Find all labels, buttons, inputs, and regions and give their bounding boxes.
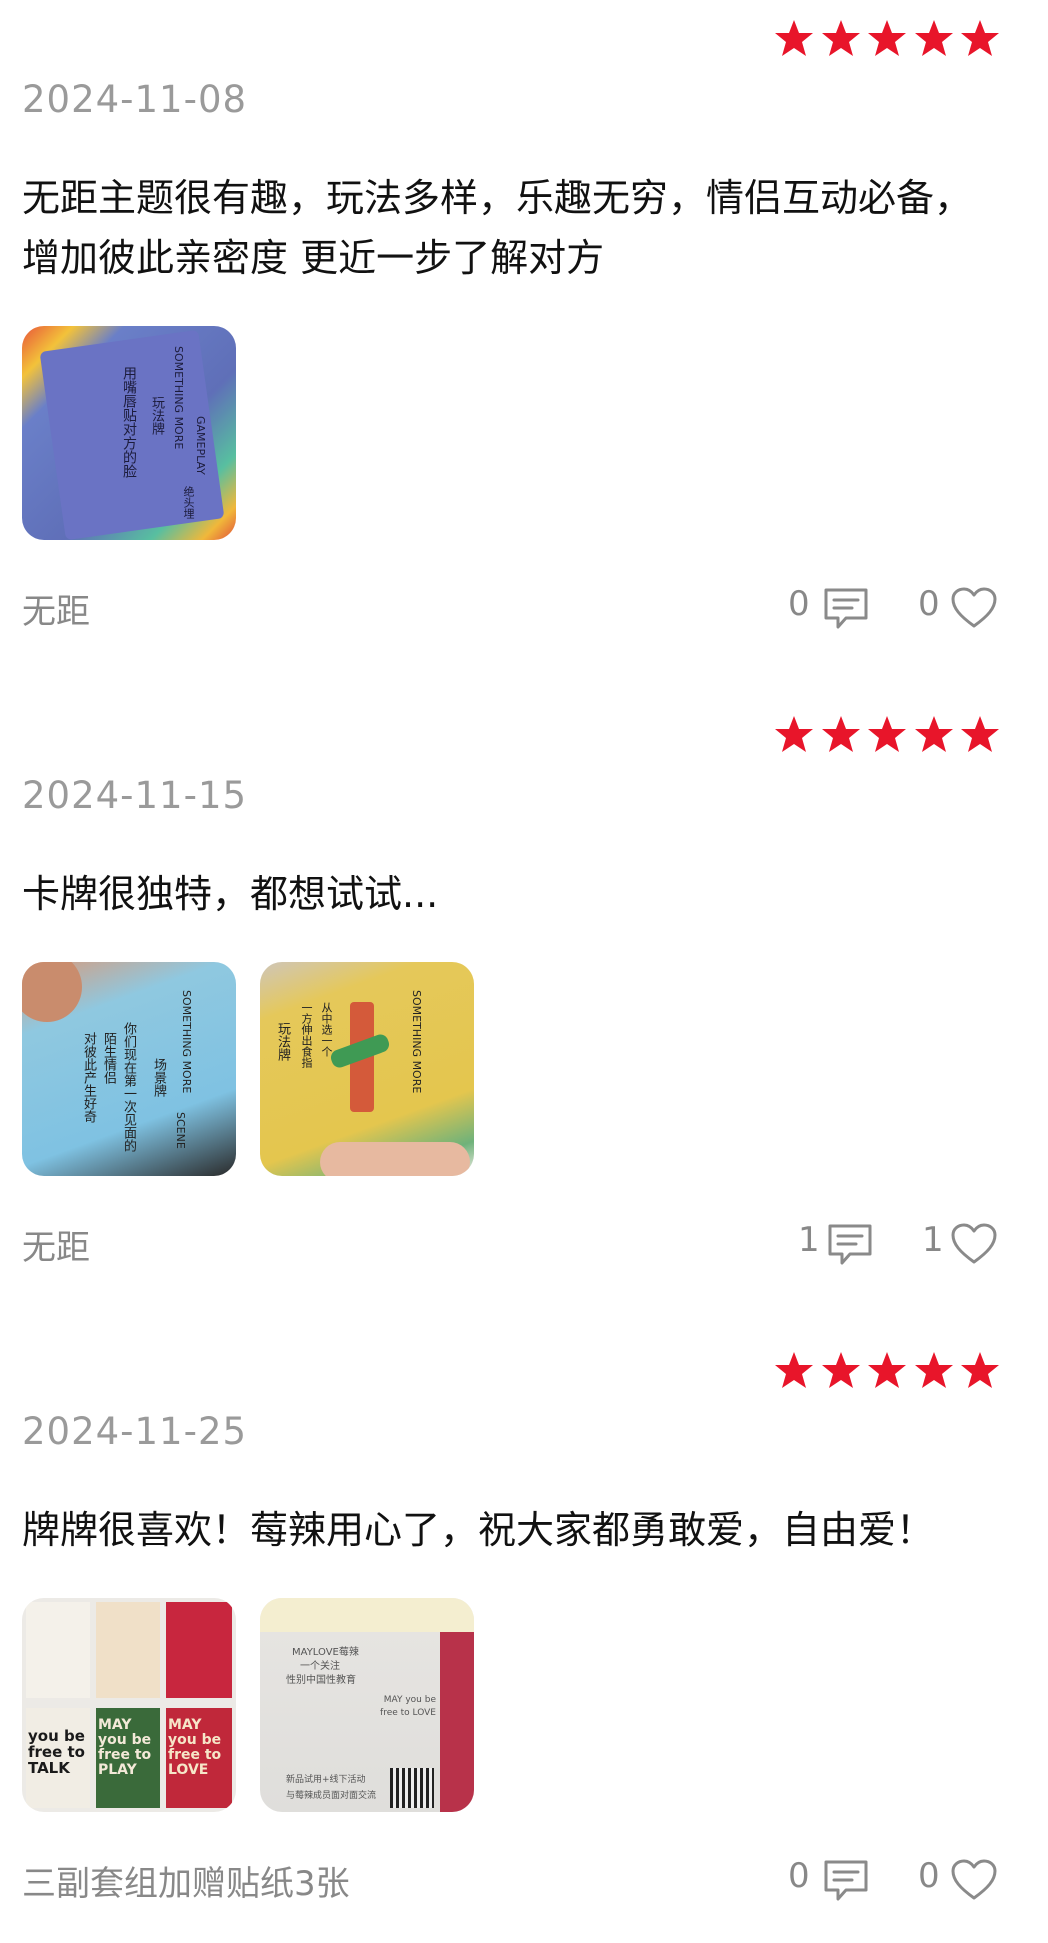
star-icon bbox=[867, 18, 907, 58]
review-date: 2024-11-08 bbox=[22, 78, 248, 121]
like-count: 0 bbox=[918, 1856, 940, 1896]
review-footer: 无距 0 0 bbox=[22, 584, 1000, 634]
card-text: 一个关注 bbox=[300, 1661, 340, 1672]
card-text: 新品试用+线下活动 bbox=[286, 1775, 366, 1785]
card-text: 场景牌 bbox=[151, 1058, 166, 1097]
review-image[interactable]: you be free to TALK MAY you be free to P… bbox=[22, 1598, 236, 1812]
card-text: GAMEPLAY bbox=[194, 416, 207, 475]
star-icon bbox=[960, 18, 1000, 58]
card-text: 一方伸出食指 bbox=[300, 1002, 313, 1068]
card-text: 你们现在第一次见面的 bbox=[121, 1022, 136, 1152]
review-text: 无距主题很有趣，玩法多样，乐趣无穷，情侣互动必备，增加彼此亲密度 更近一步了解对… bbox=[22, 176, 973, 280]
review-footer: 无距 1 1 bbox=[22, 1220, 1000, 1270]
card-text: 玩法牌 bbox=[275, 1022, 290, 1061]
star-rating bbox=[774, 1350, 1000, 1390]
card-text: SOMETHING MORE bbox=[172, 346, 185, 450]
card-text: 绝头埋 bbox=[182, 486, 195, 519]
heart-icon[interactable] bbox=[950, 1222, 998, 1266]
card-text: SOMETHING MORE bbox=[410, 990, 423, 1094]
star-icon bbox=[914, 1350, 954, 1390]
review-image[interactable]: SOMETHING MORE 玩法牌 GAMEPLAY 用嘴唇贴对方的脸 绝头埋 bbox=[22, 326, 236, 540]
card-text: SCENE bbox=[174, 1112, 187, 1149]
comment-count: 1 bbox=[798, 1220, 820, 1260]
comment-icon[interactable] bbox=[822, 586, 870, 630]
review-text: 卡牌很独特，都想试试... bbox=[22, 872, 439, 916]
review-tag: 三副套组加赠贴纸3张 bbox=[22, 1864, 350, 1904]
comment-icon[interactable] bbox=[826, 1222, 874, 1266]
review-tag: 无距 bbox=[22, 1228, 90, 1268]
comment-icon[interactable] bbox=[822, 1858, 870, 1902]
card-text: 从中选一个 bbox=[320, 1002, 333, 1057]
review-date: 2024-11-15 bbox=[22, 774, 248, 817]
card-text: MAYLOVE莓辣 bbox=[292, 1647, 359, 1658]
star-icon bbox=[774, 1350, 814, 1390]
star-rating bbox=[774, 18, 1000, 58]
card-text: 与莓辣成员面对面交流 bbox=[286, 1791, 377, 1801]
review-images: SOMETHING MORE 玩法牌 GAMEPLAY 用嘴唇贴对方的脸 绝头埋 bbox=[22, 326, 236, 540]
review-images: SOMETHING MORE 场景牌 SCENE 你们现在第一次见面的 陌生情侣… bbox=[22, 962, 474, 1176]
star-icon bbox=[914, 714, 954, 754]
star-icon bbox=[960, 714, 1000, 754]
star-icon bbox=[914, 18, 954, 58]
heart-icon[interactable] bbox=[950, 1858, 998, 1902]
star-icon bbox=[821, 1350, 861, 1390]
comment-count: 0 bbox=[788, 584, 810, 624]
star-icon bbox=[821, 18, 861, 58]
heart-icon[interactable] bbox=[950, 586, 998, 630]
star-icon bbox=[867, 1350, 907, 1390]
card-text: 对彼此产生好奇 bbox=[81, 1032, 96, 1123]
review-image[interactable]: SOMETHING MORE 玩法牌 一方伸出食指 从中选一个 bbox=[260, 962, 474, 1176]
review-image[interactable]: MAYLOVE莓辣 一个关注 性别中国性教育 MAY you be free t… bbox=[260, 1598, 474, 1812]
card-text: 性别中国性教育 bbox=[286, 1675, 356, 1686]
like-count: 1 bbox=[922, 1220, 944, 1260]
review-image[interactable]: SOMETHING MORE 场景牌 SCENE 你们现在第一次见面的 陌生情侣… bbox=[22, 962, 236, 1176]
comment-count: 0 bbox=[788, 1856, 810, 1896]
card-text: SOMETHING MORE bbox=[180, 990, 193, 1094]
card-text: 玩法牌 bbox=[149, 396, 164, 435]
review-images: you be free to TALK MAY you be free to P… bbox=[22, 1598, 474, 1812]
star-icon bbox=[960, 1350, 1000, 1390]
like-count: 0 bbox=[918, 584, 940, 624]
review-footer: 三副套组加赠贴纸3张 0 0 bbox=[22, 1856, 1000, 1906]
review-date: 2024-11-25 bbox=[22, 1410, 248, 1453]
card-text: you be free to TALK bbox=[28, 1727, 85, 1777]
card-text: 用嘴唇贴对方的脸 bbox=[121, 366, 137, 478]
star-icon bbox=[821, 714, 861, 754]
star-icon bbox=[774, 714, 814, 754]
card-text: 陌生情侣 bbox=[101, 1032, 116, 1084]
card-text: MAY you be free to PLAY bbox=[98, 1717, 152, 1778]
star-icon bbox=[867, 714, 907, 754]
star-icon bbox=[774, 18, 814, 58]
star-rating bbox=[774, 714, 1000, 754]
card-text: MAY you be free to LOVE bbox=[168, 1717, 222, 1778]
review-tag: 无距 bbox=[22, 592, 90, 632]
card-text: MAY you be free to LOVE bbox=[380, 1695, 436, 1718]
review-text: 牌牌很喜欢！莓辣用心了，祝大家都勇敢爱，自由爱！ bbox=[22, 1508, 935, 1552]
